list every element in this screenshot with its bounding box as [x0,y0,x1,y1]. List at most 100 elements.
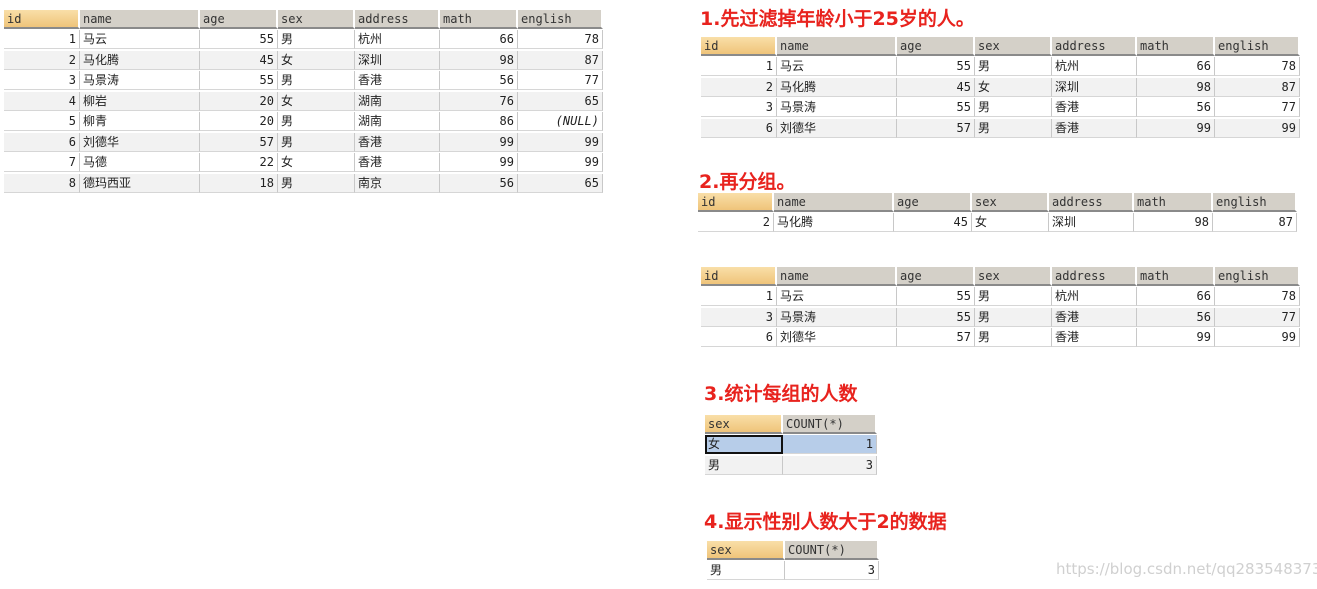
column-header-math[interactable]: math [1134,193,1213,212]
table-row[interactable]: 2 马化腾 45 女深圳 98 87 [4,50,603,71]
cell-math[interactable]: 56 [440,173,518,193]
cell-math[interactable]: 76 [440,91,518,111]
column-header-age[interactable]: age [200,10,278,29]
cell-id[interactable]: 1 [701,57,777,76]
cell-id[interactable]: 8 [4,173,80,193]
cell-name[interactable]: 马化腾 [80,50,200,70]
cell-address[interactable]: 湖南 [355,91,440,111]
cell-sex[interactable]: 女 [705,435,783,454]
cell-sex[interactable]: 男 [975,287,1052,306]
cell-name[interactable]: 德玛西亚 [80,173,200,193]
cell-math[interactable]: 66 [1137,57,1215,76]
cell-sex[interactable]: 男 [278,71,355,90]
cell-sex[interactable]: 男 [975,328,1052,347]
cell-address[interactable]: 湖南 [355,112,440,131]
column-header-count[interactable]: COUNT(*) [785,541,879,560]
cell-id[interactable]: 4 [4,91,80,111]
column-header-address[interactable]: address [1052,267,1137,286]
cell-address[interactable]: 香港 [1052,118,1137,138]
cell-sex[interactable]: 男 [278,132,355,152]
column-header-id[interactable]: id [4,10,80,29]
cell-age[interactable]: 22 [200,153,278,172]
cell-math[interactable]: 99 [1137,118,1215,138]
column-header-name[interactable]: name [777,267,897,286]
cell-address[interactable]: 深圳 [355,50,440,70]
cell-age[interactable]: 55 [897,287,975,306]
cell-math[interactable]: 99 [440,153,518,172]
cell-math[interactable]: 98 [1134,213,1213,232]
cell-sex[interactable]: 男 [707,561,785,580]
cell-id[interactable]: 2 [4,50,80,70]
cell-age[interactable]: 18 [200,173,278,193]
cell-address[interactable]: 杭州 [355,30,440,49]
cell-age[interactable]: 55 [200,30,278,49]
table-row[interactable]: 5 柳青 20 男湖南 86 (NULL) [4,112,603,132]
table-row[interactable]: 女1 [705,435,877,455]
cell-address[interactable]: 香港 [355,71,440,90]
cell-id[interactable]: 3 [701,98,777,117]
column-header-name[interactable]: name [777,37,897,56]
cell-sex[interactable]: 女 [975,77,1052,97]
table-row[interactable]: 4 柳岩 20 女湖南 76 65 [4,91,603,112]
cell-id[interactable]: 2 [701,77,777,97]
cell-english[interactable]: 65 [518,91,603,111]
column-header-english[interactable]: english [1213,193,1297,212]
column-header-math[interactable]: math [1137,267,1215,286]
table-row[interactable]: 3 马景涛 55 男香港 56 77 [701,307,1300,328]
cell-math[interactable]: 98 [440,50,518,70]
column-header-english[interactable]: english [518,10,603,29]
cell-sex[interactable]: 男 [975,57,1052,76]
cell-address[interactable]: 南京 [355,173,440,193]
table-row[interactable]: 2 马化腾 45 女深圳 98 87 [701,77,1300,98]
table-row[interactable]: 3 马景涛 55 男香港 56 77 [4,71,603,91]
column-header-sex[interactable]: sex [975,37,1052,56]
cell-age[interactable]: 55 [897,57,975,76]
cell-age[interactable]: 55 [897,307,975,327]
cell-name[interactable]: 马景涛 [777,307,897,327]
table-row[interactable]: 3 马景涛 55 男香港 56 77 [701,98,1300,118]
cell-sex[interactable]: 女 [278,153,355,172]
column-header-sex[interactable]: sex [975,267,1052,286]
table-row[interactable]: 1 马云 55 男杭州 66 78 [701,57,1300,77]
cell-address[interactable]: 香港 [1052,98,1137,117]
cell-address[interactable]: 香港 [355,153,440,172]
cell-math[interactable]: 56 [1137,307,1215,327]
cell-english[interactable]: 77 [1215,307,1300,327]
column-header-address[interactable]: address [1052,37,1137,56]
cell-id[interactable]: 2 [698,213,774,232]
cell-count[interactable]: 3 [785,561,879,580]
table-row[interactable]: 1 马云 55 男杭州 66 78 [701,287,1300,307]
cell-math[interactable]: 99 [1137,328,1215,347]
cell-english[interactable]: 99 [518,153,603,172]
cell-id[interactable]: 3 [4,71,80,90]
column-header-address[interactable]: address [1049,193,1134,212]
cell-math[interactable]: 56 [440,71,518,90]
cell-id[interactable]: 1 [701,287,777,306]
column-header-id[interactable]: id [701,267,777,286]
cell-english[interactable]: 99 [1215,118,1300,138]
cell-age[interactable]: 45 [897,77,975,97]
cell-address[interactable]: 香港 [1052,328,1137,347]
cell-id[interactable]: 3 [701,307,777,327]
cell-count[interactable]: 3 [783,455,877,475]
cell-id[interactable]: 6 [701,328,777,347]
column-header-sex[interactable]: sex [705,415,783,434]
column-header-sex[interactable]: sex [278,10,355,29]
cell-math[interactable]: 66 [440,30,518,49]
column-header-name[interactable]: name [774,193,894,212]
column-header-english[interactable]: english [1215,267,1300,286]
cell-id[interactable]: 7 [4,153,80,172]
column-header-age[interactable]: age [897,267,975,286]
cell-math[interactable]: 98 [1137,77,1215,97]
cell-id[interactable]: 6 [4,132,80,152]
column-header-math[interactable]: math [1137,37,1215,56]
column-header-address[interactable]: address [355,10,440,29]
cell-english[interactable]: 78 [1215,287,1300,306]
cell-english[interactable]: 87 [1215,77,1300,97]
cell-math[interactable]: 99 [440,132,518,152]
cell-id[interactable]: 1 [4,30,80,49]
cell-english[interactable]: 78 [518,30,603,49]
column-header-count[interactable]: COUNT(*) [783,415,877,434]
cell-name[interactable]: 刘德华 [777,118,897,138]
cell-name[interactable]: 马景涛 [80,71,200,90]
